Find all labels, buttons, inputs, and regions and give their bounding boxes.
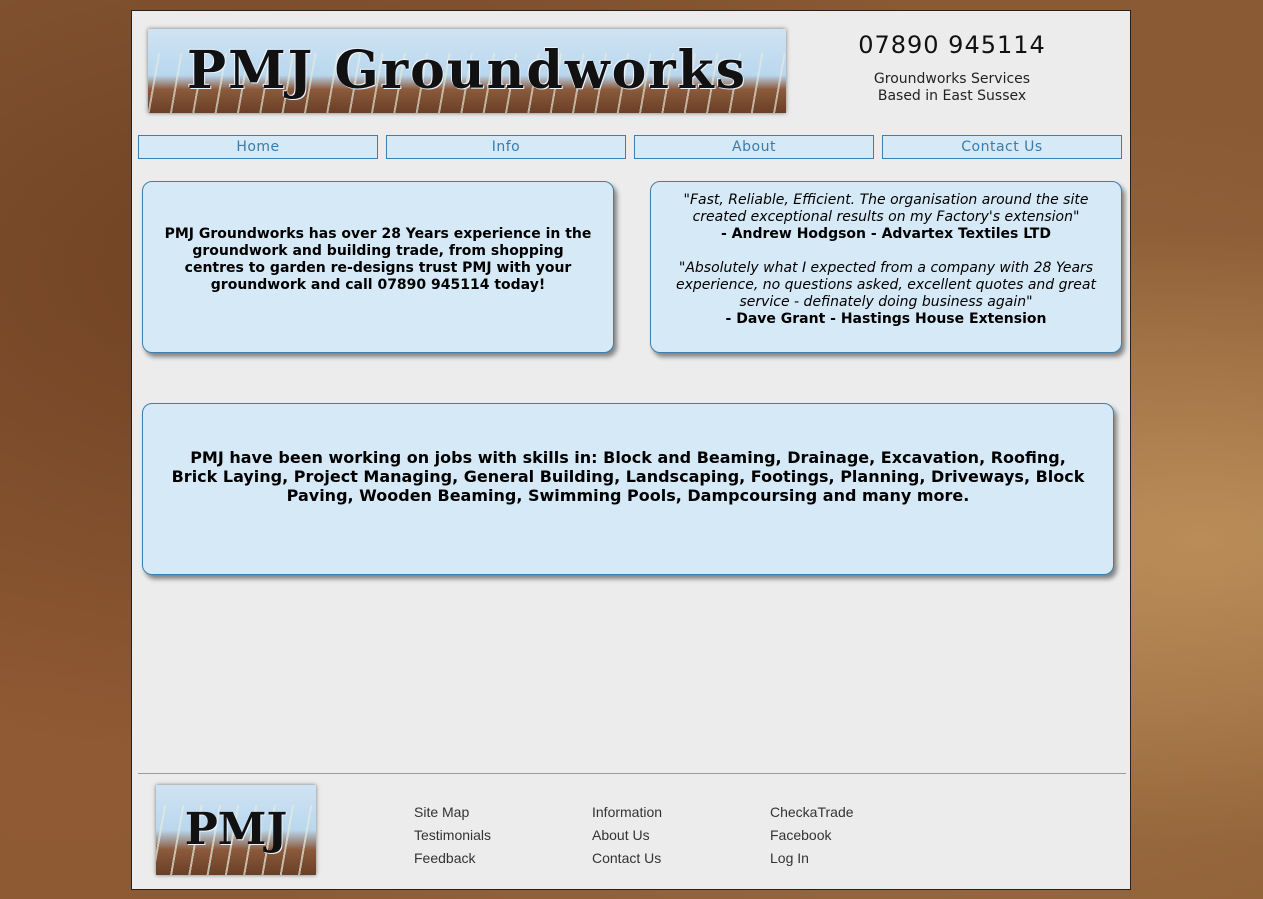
skills-text: PMJ have been working on jobs with skill… xyxy=(171,448,1085,505)
footer-link-log-in[interactable]: Log In xyxy=(770,847,854,870)
footer-link-information[interactable]: Information xyxy=(592,801,662,824)
footer-link-checkatrade[interactable]: CheckaTrade xyxy=(770,801,854,824)
testimonial-quote: "Fast, Reliable, Efficient. The organisa… xyxy=(683,192,1089,225)
skills-panel: PMJ have been working on jobs with skill… xyxy=(142,403,1114,575)
footer-logo[interactable]: PMJ xyxy=(156,785,316,875)
nav-about[interactable]: About xyxy=(634,135,874,159)
testimonials-panel: "Fast, Reliable, Efficient. The organisa… xyxy=(650,181,1122,353)
page-container: PMJ Groundworks 07890 945114 Groundworks… xyxy=(131,10,1131,890)
footer-link-site-map[interactable]: Site Map xyxy=(414,801,491,824)
footer-link-feedback[interactable]: Feedback xyxy=(414,847,491,870)
testimonial-author: - Andrew Hodgson - Advartex Textiles LTD xyxy=(721,226,1051,242)
intro-text: PMJ Groundworks has over 28 Years experi… xyxy=(164,226,592,293)
testimonial-spacer xyxy=(667,243,1105,260)
footer-divider xyxy=(138,773,1126,774)
footer-links-col-3: CheckaTrade Facebook Log In xyxy=(770,801,854,870)
testimonial-author: - Dave Grant - Hastings House Extension xyxy=(725,311,1047,327)
nav-home[interactable]: Home xyxy=(138,135,378,159)
nav-contact-us[interactable]: Contact Us xyxy=(882,135,1122,159)
footer-logo-text: PMJ xyxy=(184,804,288,855)
intro-panel: PMJ Groundworks has over 28 Years experi… xyxy=(142,181,614,353)
header-phone-number: 07890 945114 xyxy=(858,31,1046,59)
footer-link-about-us[interactable]: About Us xyxy=(592,824,662,847)
footer-links-col-2: Information About Us Contact Us xyxy=(592,801,662,870)
logo-text: PMJ Groundworks xyxy=(187,40,747,101)
footer-link-contact-us[interactable]: Contact Us xyxy=(592,847,662,870)
header-tagline: Groundworks Services Based in East Susse… xyxy=(832,71,1072,105)
footer-link-facebook[interactable]: Facebook xyxy=(770,824,854,847)
footer-links-col-1: Site Map Testimonials Feedback xyxy=(414,801,491,870)
site-logo[interactable]: PMJ Groundworks xyxy=(148,29,786,113)
tagline-location: Based in East Sussex xyxy=(877,88,1027,104)
footer-link-testimonials[interactable]: Testimonials xyxy=(414,824,491,847)
tagline-services: Groundworks Services xyxy=(873,71,1031,87)
nav-info[interactable]: Info xyxy=(386,135,626,159)
testimonial-quote: "Absolutely what I expected from a compa… xyxy=(676,260,1096,310)
